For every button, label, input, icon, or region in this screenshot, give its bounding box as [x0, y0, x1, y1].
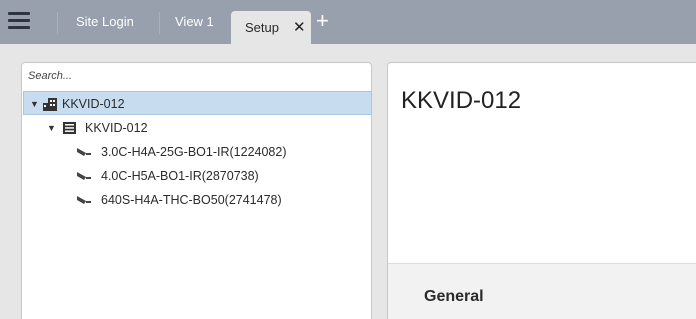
close-icon[interactable]: ✕: [293, 11, 306, 44]
device-tree-panel: ▼ KKVID-012 ▼ KKVID-012 3.0C-H4A-25G-BO1…: [21, 62, 372, 319]
section-title: General: [424, 288, 484, 305]
tree-item-camera[interactable]: 4.0C-H5A-BO1-IR(2870738): [23, 164, 372, 188]
camera-icon: [77, 196, 91, 204]
tree-item-label: KKVID-012: [62, 97, 125, 111]
camera-icon: [77, 148, 91, 156]
search-input[interactable]: [28, 67, 358, 85]
tree-item-server[interactable]: ▼ KKVID-012: [23, 116, 372, 140]
hamburger-menu-icon[interactable]: [8, 12, 30, 30]
chevron-down-icon[interactable]: ▼: [47, 116, 56, 140]
tab-setup[interactable]: Setup ✕: [231, 11, 311, 44]
server-icon: [63, 122, 76, 134]
tab-view-1[interactable]: View 1: [175, 0, 214, 44]
tree-item-label: 4.0C-H5A-BO1-IR(2870738): [101, 169, 259, 183]
tree-item-label: KKVID-012: [85, 121, 148, 135]
tab-setup-label: Setup: [245, 20, 279, 35]
site-building-icon: [43, 98, 57, 111]
page-title: KKVID-012: [401, 87, 522, 114]
tree-item-camera[interactable]: 640S-H4A-THC-BO50(2741478): [23, 188, 372, 212]
tree-item-camera[interactable]: 3.0C-H4A-25G-BO1-IR(1224082): [23, 140, 372, 164]
camera-icon: [77, 172, 91, 180]
chevron-down-icon[interactable]: ▼: [30, 92, 39, 116]
tree-item-site[interactable]: ▼ KKVID-012: [23, 91, 372, 115]
tab-separator: [159, 12, 160, 34]
general-section: General: [388, 263, 696, 319]
tree-item-label: 640S-H4A-THC-BO50(2741478): [101, 193, 282, 207]
detail-panel: KKVID-012 General: [387, 62, 696, 319]
tree-item-label: 3.0C-H4A-25G-BO1-IR(1224082): [101, 145, 287, 159]
tab-separator: [57, 12, 58, 34]
tab-site-login[interactable]: Site Login: [76, 0, 134, 44]
tab-bar: Site Login View 1 Setup ✕ +: [0, 0, 696, 44]
add-tab-button[interactable]: +: [316, 9, 329, 33]
